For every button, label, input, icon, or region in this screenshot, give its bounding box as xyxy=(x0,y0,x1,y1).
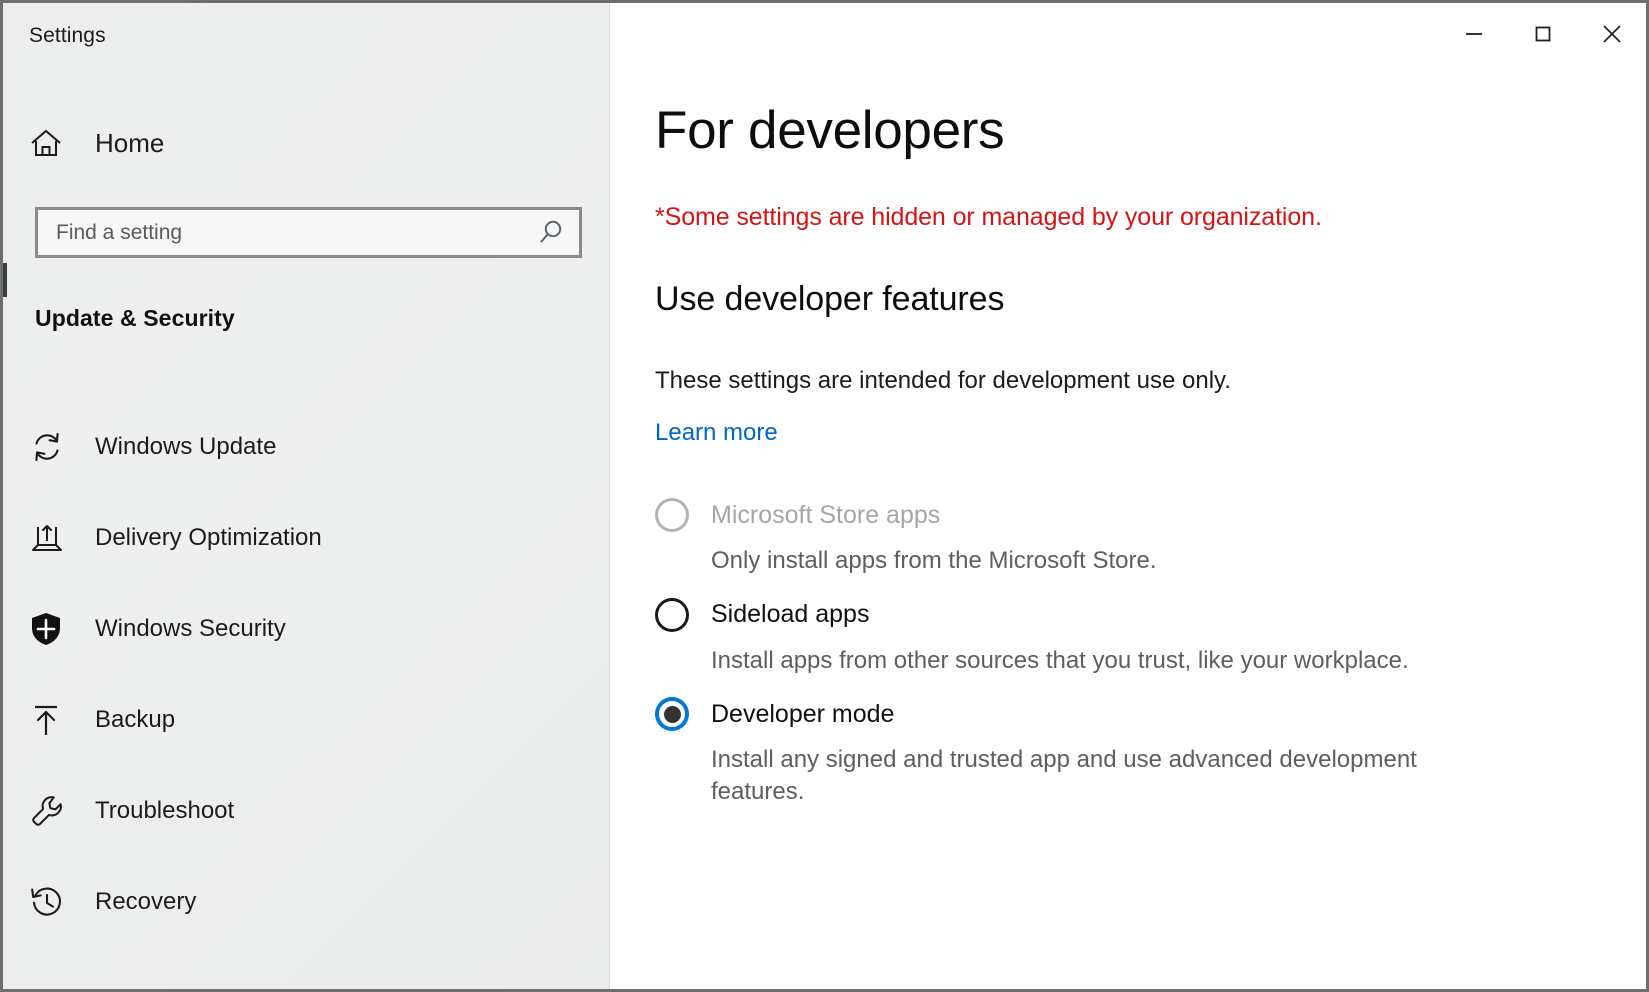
sidebar-item-recovery[interactable]: Recovery xyxy=(3,856,610,947)
main-content: For developers *Some settings are hidden… xyxy=(610,3,1646,989)
sidebar-nav-list: Windows Update Delivery Optimization xyxy=(3,401,610,947)
section-heading: Use developer features xyxy=(655,280,1004,319)
settings-window: Settings Home Update & Security xyxy=(0,0,1649,992)
close-button[interactable] xyxy=(1577,3,1646,65)
upload-arrow-icon xyxy=(29,702,77,738)
sidebar-item-delivery-optimization[interactable]: Delivery Optimization xyxy=(3,492,610,583)
search-icon[interactable] xyxy=(523,218,579,248)
sidebar-item-label: Backup xyxy=(95,706,175,734)
radio-button-microsoft-store-apps[interactable] xyxy=(655,498,689,532)
maximize-icon xyxy=(1531,22,1555,46)
radio-row[interactable]: Sideload apps xyxy=(655,593,1560,637)
sidebar-item-home-label: Home xyxy=(95,128,164,159)
maximize-button[interactable] xyxy=(1508,3,1577,65)
minimize-icon xyxy=(1462,22,1486,46)
sidebar-item-label: Windows Update xyxy=(95,433,276,461)
wrench-icon xyxy=(29,793,77,829)
sidebar-item-windows-security[interactable]: Windows Security xyxy=(3,583,610,674)
sidebar-item-backup[interactable]: Backup xyxy=(3,674,610,765)
refresh-icon xyxy=(29,429,77,465)
learn-more-link[interactable]: Learn more xyxy=(655,419,778,447)
radio-option-sideload-apps: Sideload apps Install apps from other so… xyxy=(655,593,1560,677)
search-input[interactable] xyxy=(38,210,523,255)
radio-description: Install any signed and trusted app and u… xyxy=(711,744,1511,807)
search-box[interactable] xyxy=(35,207,582,258)
home-icon xyxy=(29,127,77,159)
close-icon xyxy=(1599,21,1625,47)
sidebar-item-label: Windows Security xyxy=(95,615,286,643)
sidebar-category-title: Update & Security xyxy=(35,305,235,332)
delivery-upload-icon xyxy=(29,520,77,556)
radio-option-developer-mode: Developer mode Install any signed and tr… xyxy=(655,692,1560,807)
organization-warning: *Some settings are hidden or managed by … xyxy=(655,203,1322,232)
radio-option-microsoft-store-apps: Microsoft Store apps Only install apps f… xyxy=(655,493,1560,577)
sidebar-item-label: Recovery xyxy=(95,888,196,916)
history-clock-icon xyxy=(29,884,77,920)
radio-label: Sideload apps xyxy=(711,600,869,629)
sidebar-item-home[interactable]: Home xyxy=(29,119,569,167)
shield-icon xyxy=(29,611,77,647)
developer-features-radio-group: Microsoft Store apps Only install apps f… xyxy=(655,493,1560,824)
app-title: Settings xyxy=(29,24,106,48)
sidebar-item-label: Delivery Optimization xyxy=(95,524,322,552)
page-title: For developers xyxy=(655,104,1004,157)
minimize-button[interactable] xyxy=(1439,3,1508,65)
radio-description: Install apps from other sources that you… xyxy=(711,645,1511,677)
radio-button-developer-mode[interactable] xyxy=(655,697,689,731)
sidebar-item-label: Troubleshoot xyxy=(95,797,234,825)
radio-row[interactable]: Microsoft Store apps xyxy=(655,493,1560,537)
sidebar: Settings Home Update & Security xyxy=(3,3,610,989)
sidebar-item-windows-update[interactable]: Windows Update xyxy=(3,401,610,492)
intro-text: These settings are intended for developm… xyxy=(655,367,1231,395)
radio-button-sideload-apps[interactable] xyxy=(655,598,689,632)
radio-label: Microsoft Store apps xyxy=(711,501,940,530)
radio-row[interactable]: Developer mode xyxy=(655,692,1560,736)
sidebar-item-troubleshoot[interactable]: Troubleshoot xyxy=(3,765,610,856)
window-controls xyxy=(1439,3,1646,65)
radio-label: Developer mode xyxy=(711,700,894,729)
radio-description: Only install apps from the Microsoft Sto… xyxy=(711,545,1511,577)
sidebar-scrollbar-thumb[interactable] xyxy=(3,263,7,297)
